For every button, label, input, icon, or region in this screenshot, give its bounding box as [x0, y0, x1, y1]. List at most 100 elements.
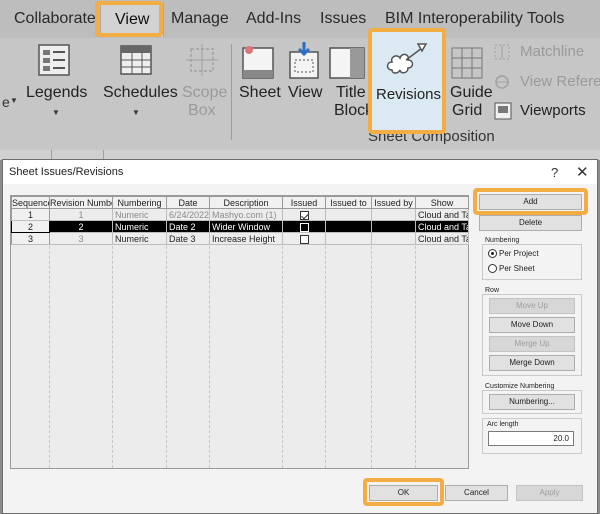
issued-cell[interactable]: [282, 208, 326, 221]
per-project-radio[interactable]: Per Project: [488, 249, 539, 259]
revision-number-cell[interactable]: 3: [49, 232, 113, 245]
table-row[interactable]: 1 1 Numeric 6/24/2022 Mashyo.com (1) Clo…: [11, 208, 469, 221]
issued-by-cell[interactable]: [371, 232, 416, 245]
matchline-tool[interactable]: Matchline: [494, 42, 600, 62]
chevron-down-icon: ▼: [52, 108, 60, 117]
numbering-cell[interactable]: Numeric: [112, 232, 167, 245]
sequence-cell[interactable]: 2: [11, 220, 50, 233]
column-header[interactable]: Description: [209, 196, 283, 209]
place-view-tool[interactable]: View: [284, 38, 324, 158]
legends-tool[interactable]: Legends ▼: [22, 38, 88, 158]
row-group-label: Row: [485, 287, 500, 294]
move-up-button[interactable]: Move Up: [489, 298, 575, 314]
sequence-cell[interactable]: 3: [11, 232, 50, 245]
column-header[interactable]: Revision Number: [49, 196, 113, 209]
arc-length-input[interactable]: 20.0: [488, 431, 574, 446]
column-header[interactable]: Show: [415, 196, 469, 209]
issued-checkbox[interactable]: [299, 222, 309, 232]
place-view-label: View: [288, 84, 323, 101]
merge-up-button[interactable]: Merge Up: [489, 336, 575, 352]
date-cell[interactable]: Date 2: [166, 220, 210, 233]
description-cell[interactable]: Mashyo.com (1): [209, 208, 283, 221]
delete-button[interactable]: Delete: [479, 215, 582, 231]
ribbon-tab-bar: Collaborate View Manage Add-Ins Issues B…: [0, 0, 600, 38]
tab-add-ins[interactable]: Add-Ins: [246, 10, 301, 28]
issued-cell[interactable]: [282, 220, 326, 233]
add-button[interactable]: Add: [479, 194, 582, 210]
column-header[interactable]: Sequence: [11, 196, 50, 209]
viewports-label: Viewports: [520, 102, 586, 119]
issued-to-cell[interactable]: [325, 208, 372, 221]
description-cell[interactable]: Increase Height: [209, 232, 283, 245]
radio-selected-icon[interactable]: [488, 249, 497, 259]
ok-button[interactable]: OK: [369, 485, 438, 501]
table-row[interactable]: 3 3 Numeric Date 3 Increase Height Cloud…: [11, 232, 469, 245]
guide-grid-label-line2: Grid: [452, 102, 483, 119]
scope-box-label-line2: Box: [188, 102, 216, 119]
close-button[interactable]: ✕: [576, 163, 589, 181]
sheet-tool[interactable]: Sheet: [235, 38, 281, 158]
legends-icon: [38, 44, 70, 76]
tab-issues[interactable]: Issues: [320, 10, 366, 28]
revision-number-cell[interactable]: 1: [49, 208, 113, 221]
show-cell[interactable]: Cloud and Tag: [415, 232, 469, 245]
scope-box-tool[interactable]: Scope Box: [178, 38, 227, 158]
revision-cloud-icon: [386, 43, 428, 74]
column-header[interactable]: Numbering: [112, 196, 167, 209]
schedules-label: Schedules: [103, 84, 178, 101]
revisions-label: Revisions: [376, 86, 442, 103]
column-header[interactable]: Issued to: [325, 196, 372, 209]
legends-label: Legends: [26, 84, 88, 101]
issued-to-cell[interactable]: [325, 220, 372, 233]
merge-down-button[interactable]: Merge Down: [489, 355, 575, 371]
revisions-tool[interactable]: Revisions: [368, 28, 446, 134]
apply-button[interactable]: Apply: [516, 485, 583, 501]
cancel-button[interactable]: Cancel: [445, 485, 508, 501]
schedules-icon: [120, 45, 152, 75]
view-reference-tool[interactable]: View Refere: [494, 72, 600, 92]
viewports-tool[interactable]: Viewports: [494, 100, 600, 122]
issued-checkbox[interactable]: [299, 210, 309, 220]
revision-number-cell[interactable]: 2: [49, 220, 113, 233]
issued-by-cell[interactable]: [371, 208, 416, 221]
radio-icon[interactable]: [488, 264, 497, 274]
sheet-icon: [242, 46, 274, 79]
date-cell[interactable]: 6/24/2022: [166, 208, 210, 221]
numbering-cell[interactable]: Numeric: [112, 208, 167, 221]
issued-by-cell[interactable]: [371, 220, 416, 233]
guide-grid-icon: [451, 47, 483, 79]
issued-cell[interactable]: [282, 232, 326, 245]
chevron-down-icon[interactable]: ▼: [10, 96, 18, 105]
help-button[interactable]: ?: [551, 165, 558, 180]
show-cell[interactable]: Cloud and Tag: [415, 208, 469, 221]
scope-box-icon: [186, 44, 218, 76]
move-down-button[interactable]: Move Down: [489, 317, 575, 333]
numbering-cell[interactable]: Numeric: [112, 220, 167, 233]
column-header[interactable]: Date: [166, 196, 210, 209]
sequence-cell[interactable]: 1: [11, 208, 50, 221]
customize-numbering-label: Customize Numbering: [485, 383, 555, 390]
dialog-titlebar: Sheet Issues/Revisions ? ✕: [3, 160, 597, 184]
separator: [231, 44, 232, 140]
numbering-settings-button[interactable]: Numbering...: [489, 394, 575, 410]
dialog-title: Sheet Issues/Revisions: [9, 166, 124, 178]
tab-manage[interactable]: Manage: [171, 10, 229, 28]
table-header-row: Sequence Revision Number Numbering Date …: [11, 196, 469, 209]
chevron-down-icon: ▼: [132, 108, 140, 117]
sheet-issues-revisions-dialog: Sheet Issues/Revisions ? ✕ Sequence Revi…: [2, 159, 598, 514]
schedules-tool[interactable]: Schedules ▼: [100, 38, 178, 158]
table-row-selected[interactable]: 2 2 Numeric Date 2 Wider Window Cloud an…: [11, 220, 469, 233]
per-sheet-label: Per Sheet: [499, 264, 535, 273]
issued-checkbox[interactable]: [299, 234, 309, 244]
title-block-tool[interactable]: Title Block: [328, 38, 373, 158]
tab-collaborate[interactable]: Collaborate: [14, 10, 96, 28]
issued-to-cell[interactable]: [325, 232, 372, 245]
date-cell[interactable]: Date 3: [166, 232, 210, 245]
column-header[interactable]: Issued: [282, 196, 326, 209]
title-block-icon: [329, 47, 365, 79]
per-sheet-radio[interactable]: Per Sheet: [488, 264, 535, 274]
description-cell[interactable]: Wider Window: [209, 220, 283, 233]
column-header[interactable]: Issued by: [371, 196, 416, 209]
show-cell[interactable]: Cloud and Tag: [415, 220, 469, 233]
tab-bim-interoperability-tools[interactable]: BIM Interoperability Tools: [385, 10, 564, 28]
